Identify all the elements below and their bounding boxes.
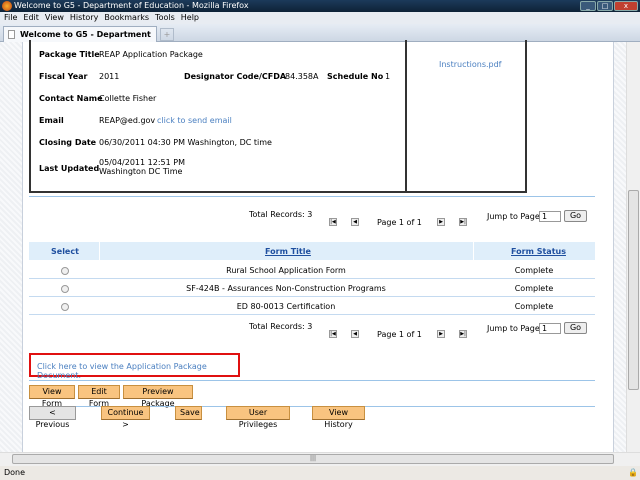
menu-view[interactable]: View (45, 13, 64, 22)
maximize-button[interactable]: □ (597, 1, 613, 11)
next-page-icon[interactable]: ▶ (437, 330, 445, 338)
table-row: SF-424B - Assurances Non-Construction Pr… (29, 279, 595, 297)
fiscal-year-label: Fiscal Year (39, 72, 88, 81)
email: REAP@ed.gov (99, 116, 156, 125)
divider (29, 196, 595, 197)
package-info-box: Package Title REAP Application Package F… (29, 40, 527, 193)
edit-form-button[interactable]: Edit Form (78, 385, 120, 408)
jump-page-input[interactable]: 1 (539, 211, 561, 222)
status-bar: Done 🔒 (0, 466, 640, 480)
first-page-icon[interactable]: |◀ (329, 330, 337, 338)
last-page-icon[interactable]: ▶| (459, 218, 467, 226)
divider (29, 380, 595, 381)
go-button[interactable]: Go (564, 322, 587, 334)
close-button[interactable]: x (614, 1, 638, 11)
closing-date-label: Closing Date (39, 138, 97, 147)
page-indicator: Page 1 of 1 (377, 218, 422, 227)
schedule-label: Schedule No (327, 72, 384, 81)
menu-bar: File Edit View History Bookmarks Tools Help (0, 12, 640, 24)
form-status-header[interactable]: Form Status (511, 247, 566, 256)
view-form-button[interactable]: View Form (29, 385, 75, 408)
table-row: ED 80-0013 Certification Complete (29, 297, 595, 315)
content-area: Package Title REAP Application Package F… (0, 40, 626, 452)
contact-label: Contact Name (39, 94, 103, 103)
contact-name: Collette Fisher (99, 94, 157, 103)
firefox-icon (2, 1, 12, 11)
schedule: 1 (385, 72, 391, 81)
last-updated-label: Last Updated (39, 164, 100, 173)
horizontal-scroll-thumb[interactable]: ||| (12, 454, 614, 464)
page-indicator: Page 1 of 1 (377, 330, 422, 339)
form-title: Rural School Application Form (226, 266, 346, 275)
menu-history[interactable]: History (70, 13, 98, 22)
select-radio[interactable] (61, 303, 69, 311)
user-privileges-button[interactable]: User Privileges (226, 406, 290, 429)
select-header: Select (51, 247, 79, 256)
closing-date: 06/30/2011 04:30 PM Washington, DC time (99, 138, 272, 147)
form-title: SF-424B - Assurances Non-Construction Pr… (186, 284, 386, 293)
jump-page-input[interactable]: 1 (539, 323, 561, 334)
first-page-icon[interactable]: |◀ (329, 218, 337, 226)
preview-package-button[interactable]: Preview Package (123, 385, 193, 408)
total-records: Total Records: 3 (249, 322, 313, 331)
form-status: Complete (514, 302, 554, 311)
window-title: Welcome to G5 - Department of Education … (0, 0, 640, 12)
form-status: Complete (514, 266, 554, 275)
cfda-label: Designator Code/CFDA (184, 72, 287, 81)
minimize-button[interactable]: _ (580, 1, 596, 11)
fiscal-year: 2011 (99, 72, 120, 81)
next-page-icon[interactable]: ▶ (437, 218, 445, 226)
prev-page-icon[interactable]: ◀ (351, 330, 359, 338)
last-updated-zone: Washington DC Time (99, 167, 183, 176)
menu-tools[interactable]: Tools (155, 13, 175, 22)
package-details: Package Title REAP Application Package F… (31, 40, 407, 191)
previous-button[interactable]: < Previous (29, 406, 76, 429)
last-updated-date: 05/04/2011 12:51 PM (99, 158, 185, 167)
last-page-icon[interactable]: ▶| (459, 330, 467, 338)
total-records: Total Records: 3 (249, 210, 313, 219)
status-text: Done (4, 468, 26, 477)
continue-button[interactable]: Continue > (101, 406, 150, 429)
vertical-scroll-thumb[interactable] (628, 190, 639, 390)
package-title: REAP Application Package (99, 50, 203, 59)
cfda: 84.358A (285, 72, 319, 81)
jump-label: Jump to Page (487, 212, 540, 221)
instructions-link[interactable]: Instructions.pdf (439, 60, 502, 69)
menu-bookmarks[interactable]: Bookmarks (104, 13, 149, 22)
prev-page-icon[interactable]: ◀ (351, 218, 359, 226)
select-radio[interactable] (61, 285, 69, 293)
send-email-link[interactable]: click to send email (157, 116, 232, 125)
lock-icon: 🔒 (628, 468, 638, 477)
menu-edit[interactable]: Edit (23, 13, 39, 22)
email-label: Email (39, 116, 64, 125)
save-button[interactable]: Save (175, 406, 202, 420)
page-icon (8, 30, 15, 39)
form-title: ED 80-0013 Certification (236, 302, 336, 311)
highlight-box: Click here to view the Application Packa… (29, 353, 240, 380)
table-header: Select Form Title Form Status (29, 242, 595, 260)
view-package-document-link[interactable]: Click here to view the Application Packa… (37, 362, 238, 380)
menu-file[interactable]: File (4, 13, 17, 22)
menu-help[interactable]: Help (181, 13, 199, 22)
page: Package Title REAP Application Package F… (22, 40, 614, 452)
form-status: Complete (514, 284, 554, 293)
table-row: Rural School Application Form Complete (29, 261, 595, 279)
form-title-header[interactable]: Form Title (265, 247, 311, 256)
package-title-label: Package Title (39, 50, 100, 59)
go-button[interactable]: Go (564, 210, 587, 222)
jump-label: Jump to Page (487, 324, 540, 333)
view-history-button[interactable]: View History (312, 406, 365, 429)
select-radio[interactable] (61, 267, 69, 275)
